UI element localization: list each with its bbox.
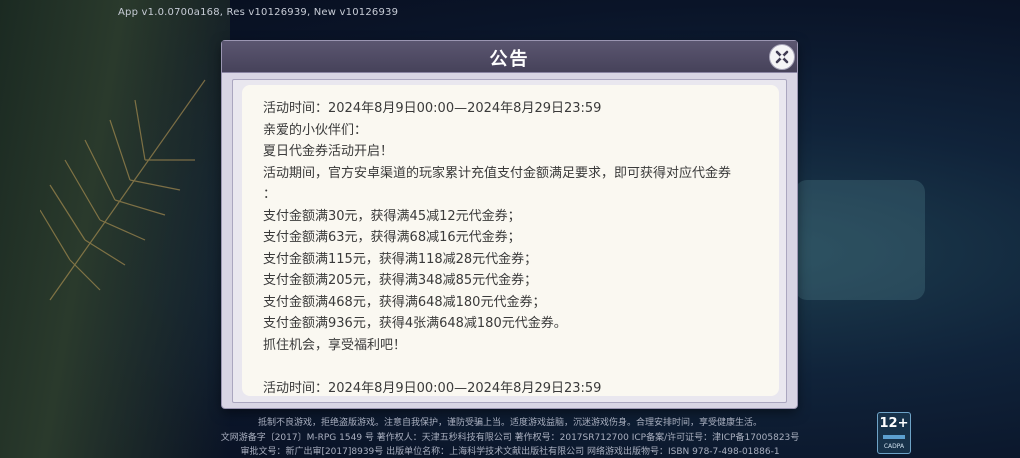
announcement-line: 支付金额满30元，获得满45减12元代金券； — [263, 209, 521, 224]
announcement-line: 支付金额满63元，获得满68减16元代金券； — [263, 230, 521, 245]
background-feather-art — [40, 79, 206, 301]
announcement-content[interactable]: 活动时间：2024年8月9日00:00—2024年8月29日23:59 亲爱的小… — [242, 85, 779, 396]
version-info: App v1.0.0700a168, Res v10126939, New v1… — [118, 7, 399, 18]
age-rating-value: 12+ — [879, 416, 909, 431]
age-rating-bar — [883, 435, 905, 439]
background-art-left — [0, 0, 230, 458]
announcement-line: 支付金额满205元，获得满348减85元代金券； — [263, 273, 538, 288]
announcement-line: 活动时间：2024年8月9日00:00—2024年8月29日23:59 — [263, 381, 602, 396]
close-button[interactable] — [769, 44, 795, 70]
age-rating-label: CADPA — [883, 443, 905, 450]
footer-license-info: 文网游备字〔2017〕M-RPG 1549 号 著作权人：天津五秒科技有限公司 … — [220, 433, 800, 443]
announcement-line: 活动时间：2024年8月9日00:00—2024年8月29日23:59 — [263, 101, 602, 116]
announcement-line: ： — [263, 187, 277, 202]
dialog-title: 公告 — [489, 49, 530, 70]
footer-health-notice: 抵制不良游戏，拒绝盗版游戏。注意自我保护，谨防受骗上当。适度游戏益脑，沉迷游戏伤… — [257, 418, 762, 428]
footer-publisher-info: 审批文号：新广出审[2017]8939号 出版单位名称：上海科学技术文献出版社有… — [240, 447, 780, 457]
age-rating-badge: 12+ CADPA — [877, 412, 911, 454]
background-game-logo — [795, 180, 925, 300]
dialog-header: 公告 — [222, 41, 797, 73]
announcement-line: 支付金额满115元，获得满118减28元代金券； — [263, 252, 538, 267]
announcement-line: 夏日代金券活动开启！ — [263, 144, 394, 159]
announcement-line: 支付金额满936元，获得4张满648减180元代金券。 — [263, 316, 567, 331]
announcement-line: 支付金额满468元，获得满648减180元代金券； — [263, 295, 546, 310]
announcement-line: 抓住机会，享受福利吧！ — [263, 338, 407, 353]
announcement-dialog: 公告 活动时间：2024年8月9日00:00—2024年8月29日23:59 亲… — [222, 41, 797, 408]
close-x-icon — [775, 50, 789, 64]
announcement-line: 活动期间，官方安卓渠道的玩家累计充值支付金额满足要求，即可获得对应代金券 — [263, 166, 732, 181]
dialog-frame: 活动时间：2024年8月9日00:00—2024年8月29日23:59 亲爱的小… — [232, 79, 787, 403]
announcement-line: 亲爱的小伙伴们： — [263, 123, 368, 138]
